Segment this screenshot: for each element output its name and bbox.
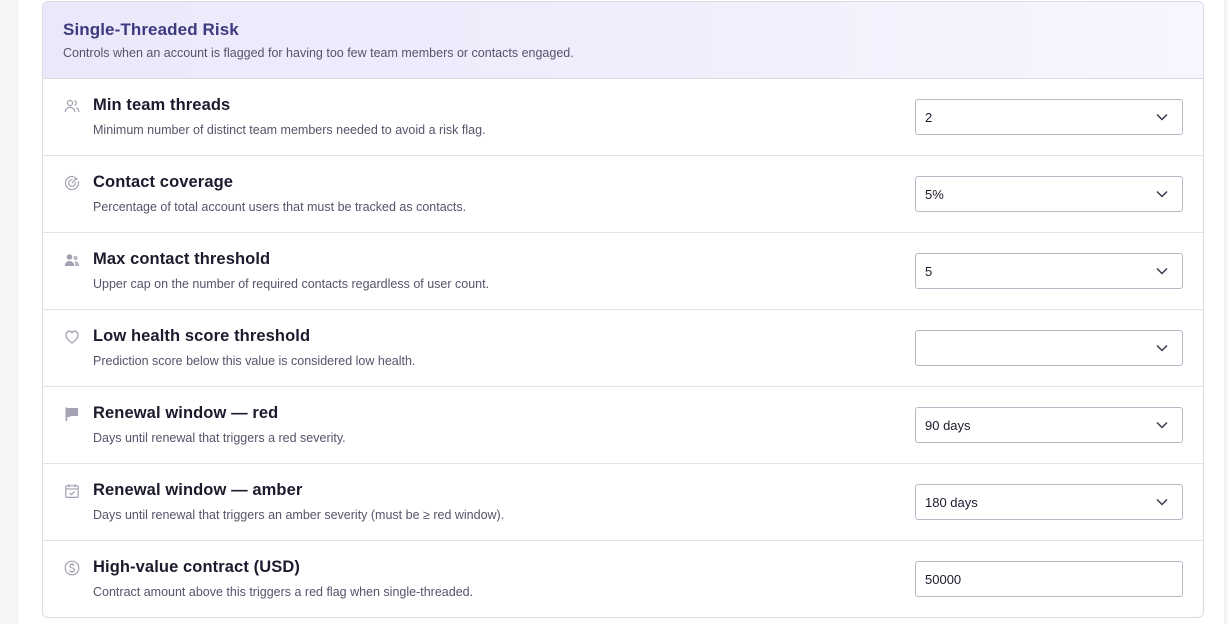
setting-row-high-value-contract: High-value contract (USD) Contract amoun…: [43, 541, 1203, 617]
contact-coverage-select[interactable]: 5%: [915, 176, 1183, 212]
chevron-down-icon: [1155, 495, 1169, 509]
setting-description: Prediction score below this value is con…: [93, 354, 416, 368]
max-contact-threshold-select[interactable]: 5: [915, 253, 1183, 289]
setting-description: Days until renewal that triggers a red s…: [93, 431, 346, 445]
card-header: Single-Threaded Risk Controls when an ac…: [43, 2, 1203, 79]
setting-row-low-health-score-threshold: Low health score threshold Prediction sc…: [43, 310, 1203, 387]
low-health-score-threshold-select[interactable]: [915, 330, 1183, 366]
chevron-down-icon: [1155, 110, 1169, 124]
min-team-threads-select[interactable]: 2: [915, 99, 1183, 135]
setting-description: Days until renewal that triggers an ambe…: [93, 508, 505, 522]
select-value: 180 days: [925, 494, 978, 510]
setting-description: Minimum number of distinct team members …: [93, 123, 486, 137]
contacts-icon: [64, 252, 80, 268]
high-value-contract-input[interactable]: [915, 561, 1183, 597]
setting-row-min-team-threads: Min team threads Minimum number of disti…: [43, 79, 1203, 156]
setting-row-contact-coverage: Contact coverage Percentage of total acc…: [43, 156, 1203, 233]
dollar-circle-icon: [64, 560, 80, 576]
select-value: 90 days: [925, 417, 971, 433]
select-value: 2: [925, 109, 933, 125]
setting-row-max-contact-threshold: Max contact threshold Upper cap on the n…: [43, 233, 1203, 310]
renewal-window-amber-select[interactable]: 180 days: [915, 484, 1183, 520]
setting-title: Contact coverage: [93, 173, 234, 191]
users-icon: [64, 98, 80, 114]
chevron-down-icon: [1155, 264, 1169, 278]
setting-description: Percentage of total account users that m…: [93, 200, 467, 214]
setting-description: Upper cap on the number of required cont…: [93, 277, 490, 291]
setting-title: Renewal window — amber: [93, 481, 303, 499]
flag-icon: [64, 406, 80, 422]
chevron-down-icon: [1155, 341, 1169, 355]
section-subtitle: Controls when an account is flagged for …: [63, 46, 574, 60]
setting-row-renewal-window-amber: Renewal window — amber Days until renewa…: [43, 464, 1203, 541]
setting-title: Renewal window — red: [93, 404, 279, 422]
select-value: 5%: [925, 186, 944, 202]
target-icon: [64, 175, 80, 191]
setting-title: Min team threads: [93, 96, 231, 114]
single-threaded-risk-card: Single-Threaded Risk Controls when an ac…: [42, 1, 1204, 618]
renewal-window-red-select[interactable]: 90 days: [915, 407, 1183, 443]
setting-title: Max contact threshold: [93, 250, 271, 268]
heart-icon: [64, 329, 80, 345]
setting-title: Low health score threshold: [93, 327, 311, 345]
settings-page: Single-Threaded Risk Controls when an ac…: [17, 0, 1225, 624]
chevron-down-icon: [1155, 187, 1169, 201]
chevron-down-icon: [1155, 418, 1169, 432]
section-title: Single-Threaded Risk: [63, 20, 239, 39]
setting-title: High-value contract (USD): [93, 558, 300, 576]
calendar-check-icon: [64, 483, 80, 499]
setting-description: Contract amount above this triggers a re…: [93, 585, 474, 599]
select-value: 5: [925, 263, 933, 279]
setting-row-renewal-window-red: Renewal window — red Days until renewal …: [43, 387, 1203, 464]
